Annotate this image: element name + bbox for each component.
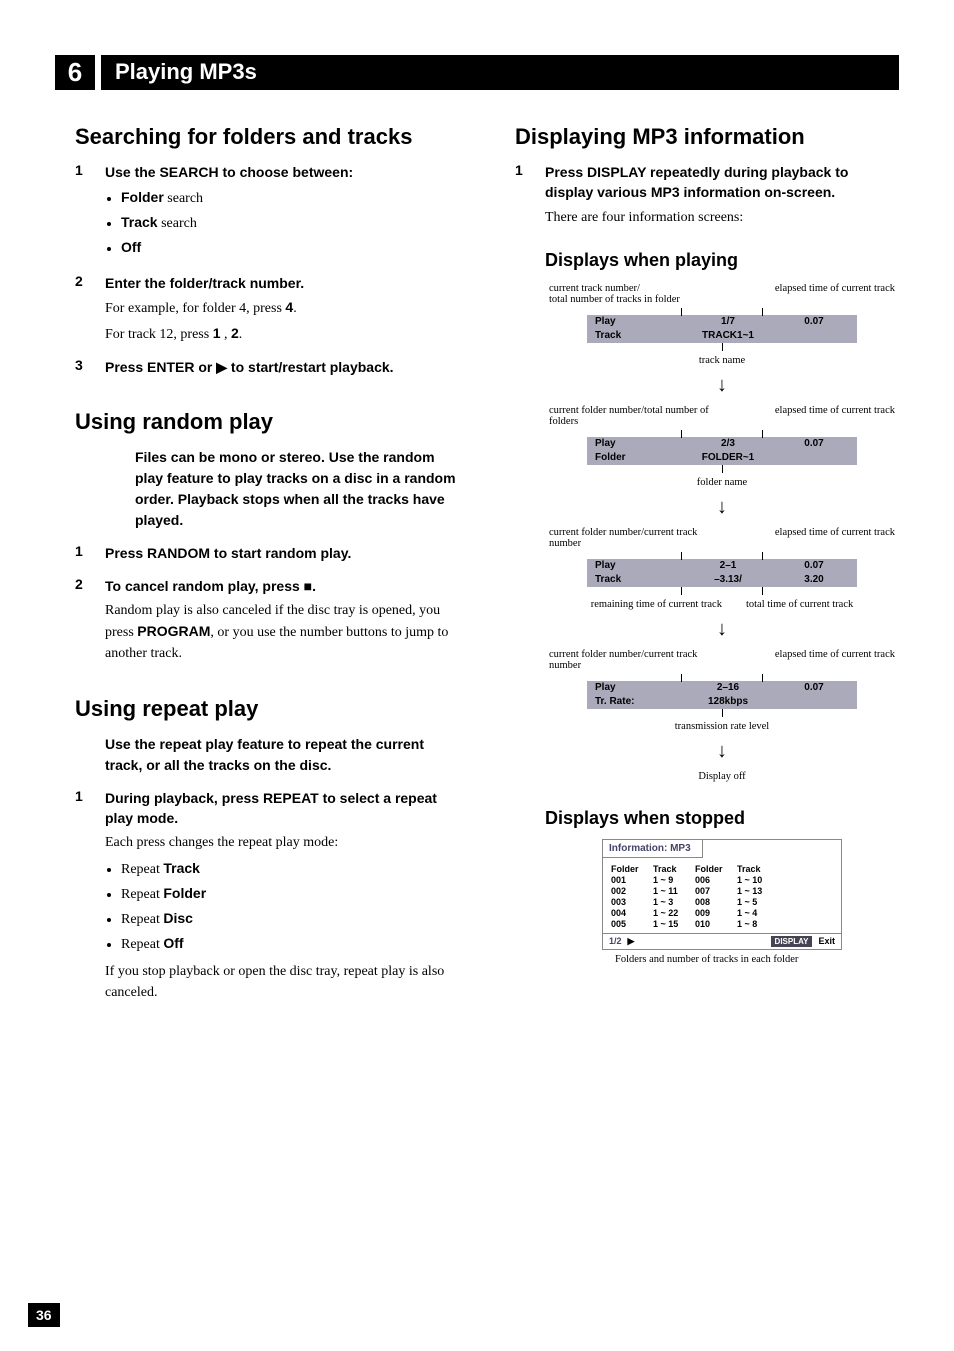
step-number: 2 (75, 576, 89, 664)
step-text: For track 12, press 1 , 2. (105, 323, 459, 345)
arrow-down-icon: ↓ (545, 618, 899, 641)
step-number: 1 (75, 162, 89, 261)
step-text: There are four information screens: (545, 207, 899, 228)
heading-repeat: Using repeat play (75, 696, 459, 722)
step-text: Random play is also canceled if the disc… (105, 600, 459, 664)
play-icon: ▶ (216, 359, 227, 375)
list-item: Off (121, 236, 459, 261)
heading-display-info: Displaying MP3 information (515, 124, 899, 150)
osd-display-3: current folder number/current track numb… (545, 527, 899, 610)
step-text: For example, for folder 4, press 4. (105, 297, 459, 319)
chapter-header: 6 Playing MP3s (55, 55, 899, 90)
step-lead: Use the SEARCH to choose between: (105, 162, 459, 182)
info-mp3-panel: Information: MP3 FolderTrackFolderTrack … (602, 839, 842, 950)
osd-display-2: current folder number/total number of fo… (545, 405, 899, 488)
arrow-down-icon: ↓ (545, 374, 899, 397)
label: current track number/ total number of tr… (549, 283, 680, 305)
step-lead: To cancel random play, press ■. (105, 576, 459, 596)
label: current folder number/current track numb… (549, 527, 715, 549)
list-item: Folder search (121, 186, 459, 211)
step-number: 1 (75, 543, 89, 563)
step-lead: During playback, press REPEAT to select … (105, 788, 459, 829)
step-number: 1 (515, 162, 529, 228)
play-icon: ▶ (628, 936, 635, 947)
page-indicator: 1/2 (609, 936, 622, 946)
step-number: 3 (75, 357, 89, 377)
list-item: Repeat Track (121, 857, 459, 882)
label: elapsed time of current track (775, 283, 895, 305)
label: transmission rate level (545, 721, 899, 732)
label: current folder number/total number of fo… (549, 405, 715, 427)
arrow-down-icon: ↓ (545, 496, 899, 519)
info-table: FolderTrackFolderTrack 0011 ~ 90061 ~ 10… (611, 864, 833, 929)
step-lead: Press RANDOM to start random play. (105, 543, 459, 563)
label: total time of current track (746, 599, 853, 610)
section-intro: Use the repeat play feature to repeat th… (105, 734, 459, 776)
list-item: Repeat Disc (121, 907, 459, 932)
label: current folder number/current track numb… (549, 649, 715, 671)
step-lead: Enter the folder/track number. (105, 273, 459, 293)
chapter-number: 6 (55, 55, 95, 90)
list-item: Track search (121, 211, 459, 236)
label: track name (545, 355, 899, 366)
osd-display-1: current track number/ total number of tr… (545, 283, 899, 366)
label: Display off (545, 771, 899, 782)
heading-random: Using random play (75, 409, 459, 435)
stop-icon: ■ (304, 578, 312, 594)
caption: Folders and number of tracks in each fol… (615, 954, 899, 965)
osd-display-4: current folder number/current track numb… (545, 649, 899, 732)
step-number: 1 (75, 788, 89, 1003)
info-panel-title: Information: MP3 (603, 840, 703, 858)
label: elapsed time of current track (775, 405, 895, 427)
exit-label: Exit (818, 936, 835, 946)
list-item: Repeat Folder (121, 882, 459, 907)
heading-displays-stopped: Displays when stopped (545, 808, 899, 829)
step-lead: Press DISPLAY repeatedly during playback… (545, 162, 899, 203)
heading-searching: Searching for folders and tracks (75, 124, 459, 150)
chapter-title: Playing MP3s (101, 55, 899, 90)
heading-displays-playing: Displays when playing (545, 250, 899, 271)
list-item: Repeat Off (121, 932, 459, 957)
display-button[interactable]: DISPLAY (771, 936, 813, 947)
step-text: If you stop playback or open the disc tr… (105, 961, 459, 1003)
arrow-down-icon: ↓ (545, 740, 899, 763)
step-number: 2 (75, 273, 89, 345)
label: elapsed time of current track (775, 527, 895, 549)
page-number: 36 (28, 1303, 60, 1327)
label: folder name (545, 477, 899, 488)
label: elapsed time of current track (775, 649, 895, 671)
step-lead: Press ENTER or ▶ to start/restart playba… (105, 357, 459, 377)
label: remaining time of current track (591, 599, 722, 610)
section-intro: Files can be mono or stereo. Use the ran… (105, 447, 459, 531)
step-text: Each press changes the repeat play mode: (105, 832, 459, 853)
